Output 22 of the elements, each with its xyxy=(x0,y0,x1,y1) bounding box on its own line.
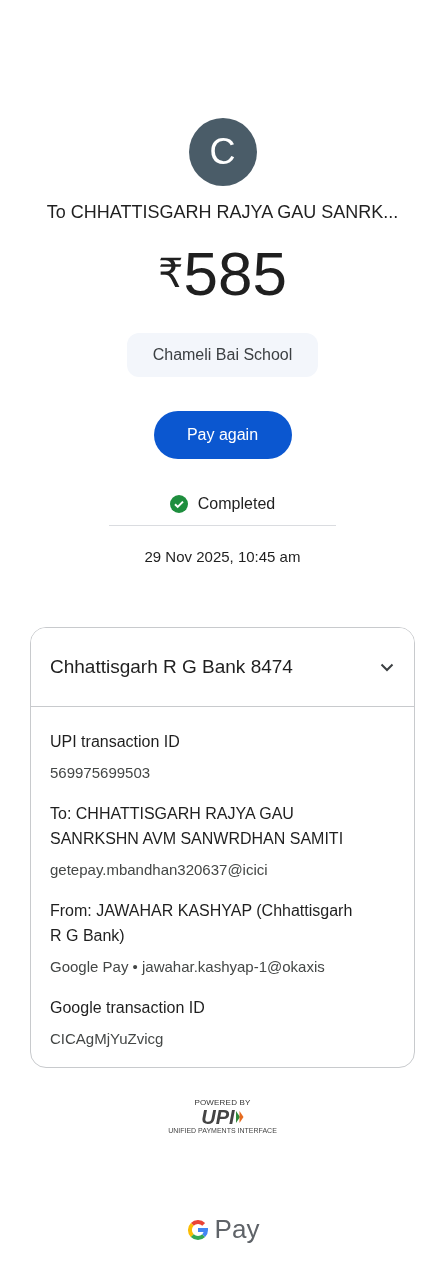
field-value: getepay.mbandhan320637@icici xyxy=(50,861,269,878)
field-label: UPI transaction ID xyxy=(50,732,181,752)
note-chip: Chameli Bai School xyxy=(126,333,319,377)
field-value: Google Pay • jawahar.kashyap-1@okaxis xyxy=(50,958,326,975)
g-logo-icon xyxy=(185,1217,210,1242)
arrows-icon xyxy=(235,1111,244,1123)
amount: ₹585 xyxy=(158,243,287,305)
check-circle-icon xyxy=(169,495,188,513)
brand-name: Pay xyxy=(214,1214,260,1245)
field-value: 569975699503 xyxy=(50,764,152,781)
payee-title: To CHHATTISGARH RAJYA GAU SANRK... xyxy=(46,202,399,223)
pay-again-button[interactable]: Pay again xyxy=(153,411,292,459)
upi-caption: POWERED BY xyxy=(194,1098,251,1107)
field-label: Google transaction ID xyxy=(50,998,206,1018)
chevron-icon xyxy=(380,662,394,672)
status-label: Completed xyxy=(197,495,276,513)
field-label: To: CHHATTISGARH RAJYA GAU SANRKSHN AVM SANWRDHAN SAMITI xyxy=(50,804,345,849)
avatar: C xyxy=(188,118,257,186)
upi-logo: UPI xyxy=(201,1107,235,1127)
field-label: From: JAWAHAR KASHYAP (Chhattisgarh R G Bank) xyxy=(50,901,354,946)
transaction-date: 29 Nov 2025, 10:45 am xyxy=(144,548,301,565)
field-value: CICAgMjYuZvicg xyxy=(50,1030,165,1047)
